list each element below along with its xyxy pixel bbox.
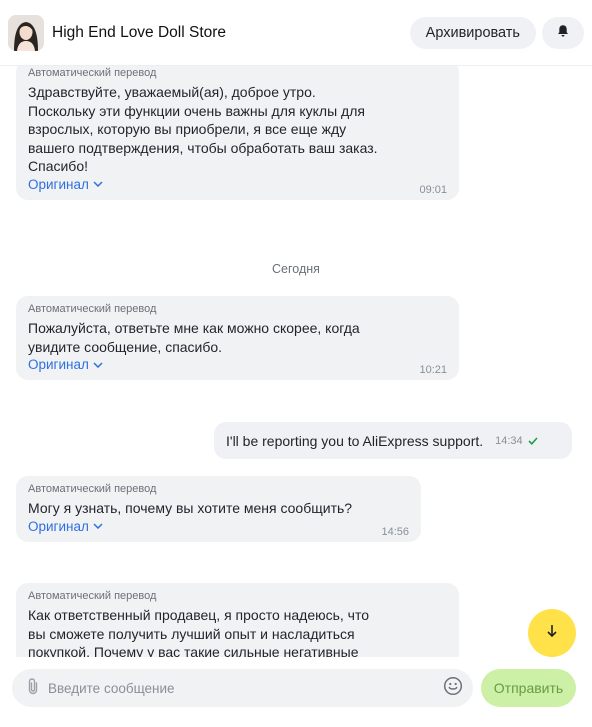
incoming-message: Автоматический перевод Могу я узнать, по… xyxy=(16,476,421,542)
message-text: Здравствуйте, уважаемый(ая), доброе утро… xyxy=(28,84,378,174)
paperclip-icon[interactable] xyxy=(26,677,40,700)
auto-translation-label: Автоматический перевод xyxy=(28,67,157,79)
show-original-label: Оригинал xyxy=(28,357,89,372)
message-composer: Отправить xyxy=(0,657,592,727)
message-text: Могу я узнать, почему вы хотите меня соо… xyxy=(28,500,353,516)
auto-translation-label: Автоматический перевод xyxy=(28,303,157,315)
incoming-message: Автоматический перевод Как ответственный… xyxy=(16,583,459,657)
message-input[interactable] xyxy=(48,680,443,696)
chevron-down-icon xyxy=(93,181,103,187)
notifications-button[interactable] xyxy=(542,16,584,49)
message-text: Пожалуйста, ответьте мне как можно скоре… xyxy=(28,320,360,355)
message-time: 14:56 xyxy=(381,525,409,538)
show-original-label: Оригинал xyxy=(28,518,89,534)
read-check-icon xyxy=(528,434,538,448)
scroll-to-bottom-button[interactable] xyxy=(528,609,576,657)
emoji-icon[interactable] xyxy=(443,676,463,701)
show-original-link[interactable]: Оригинал xyxy=(28,519,103,534)
date-separator: Сегодня xyxy=(272,262,320,276)
message-time: 09:01 xyxy=(419,183,447,196)
show-original-link[interactable]: Оригинал xyxy=(28,177,103,192)
bell-icon xyxy=(556,24,570,41)
store-name[interactable]: High End Love Doll Store xyxy=(52,24,410,42)
archive-button[interactable]: Архивировать xyxy=(409,16,536,49)
message-text: I'll be reporting you to AliExpress supp… xyxy=(226,432,484,449)
show-original-label: Оригинал xyxy=(28,176,89,192)
message-time: 14:34 xyxy=(495,434,523,447)
auto-translation-label: Автоматический перевод xyxy=(28,590,157,602)
send-button[interactable]: Отправить xyxy=(481,669,576,707)
store-avatar[interactable] xyxy=(8,14,44,51)
show-original-link[interactable]: Оригинал xyxy=(28,357,103,372)
outgoing-message: I'll be reporting you to AliExpress supp… xyxy=(214,422,572,459)
message-input-container xyxy=(12,669,473,707)
chat-header: High End Love Doll Store Архивировать xyxy=(0,0,592,66)
message-text: Как ответственный продавец, я просто над… xyxy=(28,607,370,657)
message-list[interactable]: Автоматический перевод Здравствуйте, ува… xyxy=(0,66,592,657)
arrow-down-icon xyxy=(546,624,558,643)
auto-translation-label: Автоматический перевод xyxy=(28,483,157,495)
incoming-message: Автоматический перевод Здравствуйте, ува… xyxy=(16,66,459,200)
message-time: 10:21 xyxy=(419,364,447,376)
incoming-message: Автоматический перевод Пожалуйста, ответ… xyxy=(16,296,459,380)
chevron-down-icon xyxy=(93,361,103,368)
chevron-down-icon xyxy=(93,523,103,529)
